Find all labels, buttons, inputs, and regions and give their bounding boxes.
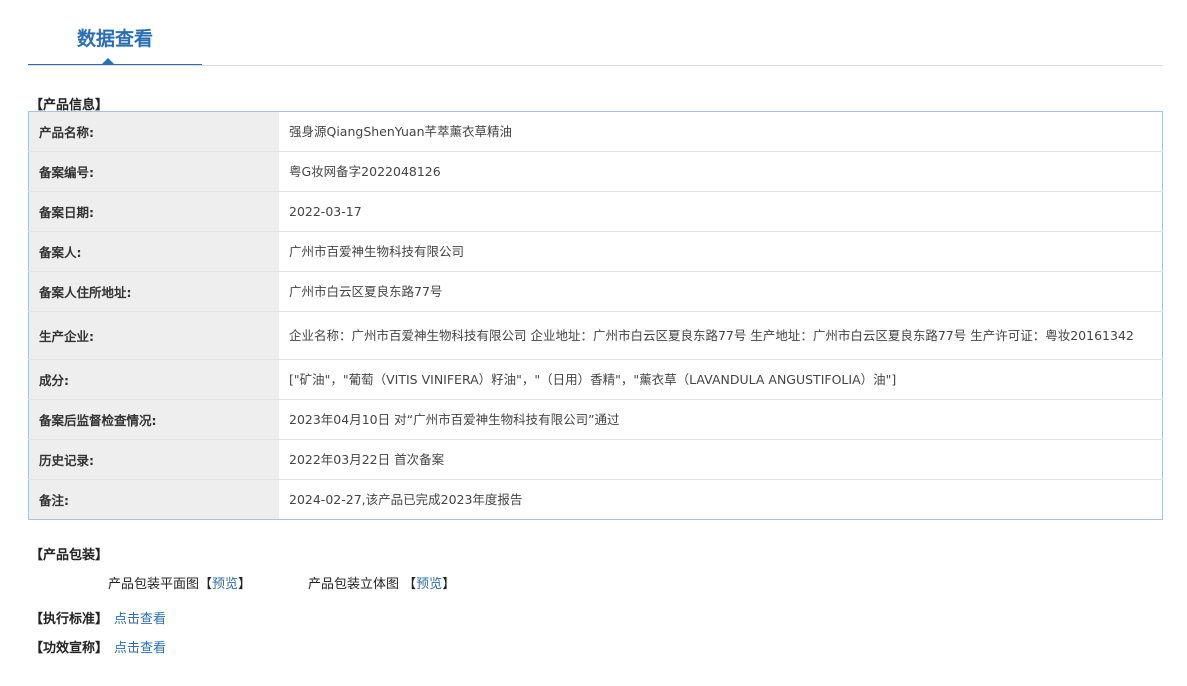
info-row-label: 备案人: [28, 231, 279, 272]
info-row: 备案人住所地址: 广州市白云区夏良东路77号 [28, 271, 1163, 312]
efficacy-claim-link[interactable]: 点击查看 [114, 641, 166, 656]
info-row-label: 备案后监督检查情况: [28, 399, 279, 440]
execution-standard-link[interactable]: 点击查看 [114, 612, 166, 627]
efficacy-claim: 【功效宣称】 点击查看 [30, 637, 166, 656]
bracket-open: 【 [403, 577, 417, 592]
caret-up-icon [102, 58, 114, 64]
tab-divider [28, 65, 1163, 66]
packaging-flat-label: 产品包装平面图 [108, 577, 200, 592]
info-row-value: 广州市百爱神生物科技有限公司 [279, 231, 1163, 272]
packaging-solid: 产品包装立体图 【预览】 [308, 573, 455, 592]
info-row: 备注: 2024-02-27,该产品已完成2023年度报告 [28, 479, 1163, 520]
bracket-open: 【 [199, 577, 213, 592]
info-row: 历史记录: 2022年03月22日 首次备案 [28, 439, 1163, 480]
bracket-close: 】 [238, 577, 252, 592]
info-row-label: 成分: [28, 359, 279, 400]
tab-bar: 数据查看 [28, 0, 1163, 66]
execution-standard-label: 【执行标准】 [30, 612, 109, 627]
info-row-label: 备案日期: [28, 191, 279, 232]
info-row: 产品名称: 强身源QiangShenYuan芊萃薰衣草精油 [28, 111, 1163, 152]
section-title-packaging: 【产品包装】 [30, 548, 109, 563]
info-row-label: 备案人住所地址: [28, 271, 279, 312]
info-row-value: 企业名称：广州市百爱神生物科技有限公司 企业地址：广州市白云区夏良东路77号 生… [279, 311, 1163, 360]
info-row-value: 2023年04月10日 对“广州市百爱神生物科技有限公司”通过 [279, 399, 1163, 440]
info-row-value: 2022年03月22日 首次备案 [279, 439, 1163, 480]
info-row-value: 粤G妆网备字2022048126 [279, 151, 1163, 192]
tab-title: 数据查看 [76, 28, 153, 50]
product-info-table: 产品名称: 强身源QiangShenYuan芊萃薰衣草精油 备案编号: 粤G妆网备字2… [28, 111, 1163, 520]
info-row: 备案后监督检查情况: 2023年04月10日 对“广州市百爱神生物科技有限公司”通… [28, 399, 1163, 440]
bracket-close: 】 [442, 577, 456, 592]
info-row-label: 生产企业: [28, 311, 279, 360]
info-row-label: 历史记录: [28, 439, 279, 480]
packaging-solid-label: 产品包装立体图 [308, 577, 400, 592]
info-row-value: 强身源QiangShenYuan芊萃薰衣草精油 [279, 111, 1163, 152]
preview-solid-link[interactable]: 预览 [416, 577, 442, 592]
info-row: 备案编号: 粤G妆网备字2022048126 [28, 151, 1163, 192]
info-row: 备案人: 广州市百爱神生物科技有限公司 [28, 231, 1163, 272]
info-row-value: 2024-02-27,该产品已完成2023年度报告 [279, 479, 1163, 520]
tab-data-view[interactable]: 数据查看 [28, 0, 202, 66]
info-row: 成分: ["矿油"，"葡萄（VITIS VINIFERA）籽油"，"（日用）香精"… [28, 359, 1163, 400]
efficacy-claim-label: 【功效宣称】 [30, 641, 109, 656]
packaging-flat: 产品包装平面图【预览】 [108, 573, 251, 592]
info-row-value: 广州市白云区夏良东路77号 [279, 271, 1163, 312]
preview-flat-link[interactable]: 预览 [212, 577, 238, 592]
info-row: 生产企业: 企业名称：广州市百爱神生物科技有限公司 企业地址：广州市白云区夏良东路… [28, 311, 1163, 360]
execution-standard: 【执行标准】 点击查看 [30, 608, 166, 627]
info-row-label: 产品名称: [28, 111, 279, 152]
info-row-value: 2022-03-17 [279, 191, 1163, 232]
info-row: 备案日期: 2022-03-17 [28, 191, 1163, 232]
info-row-value: ["矿油"，"葡萄（VITIS VINIFERA）籽油"，"（日用）香精"，"薰… [279, 359, 1163, 400]
info-row-label: 备注: [28, 479, 279, 520]
info-row-label: 备案编号: [28, 151, 279, 192]
